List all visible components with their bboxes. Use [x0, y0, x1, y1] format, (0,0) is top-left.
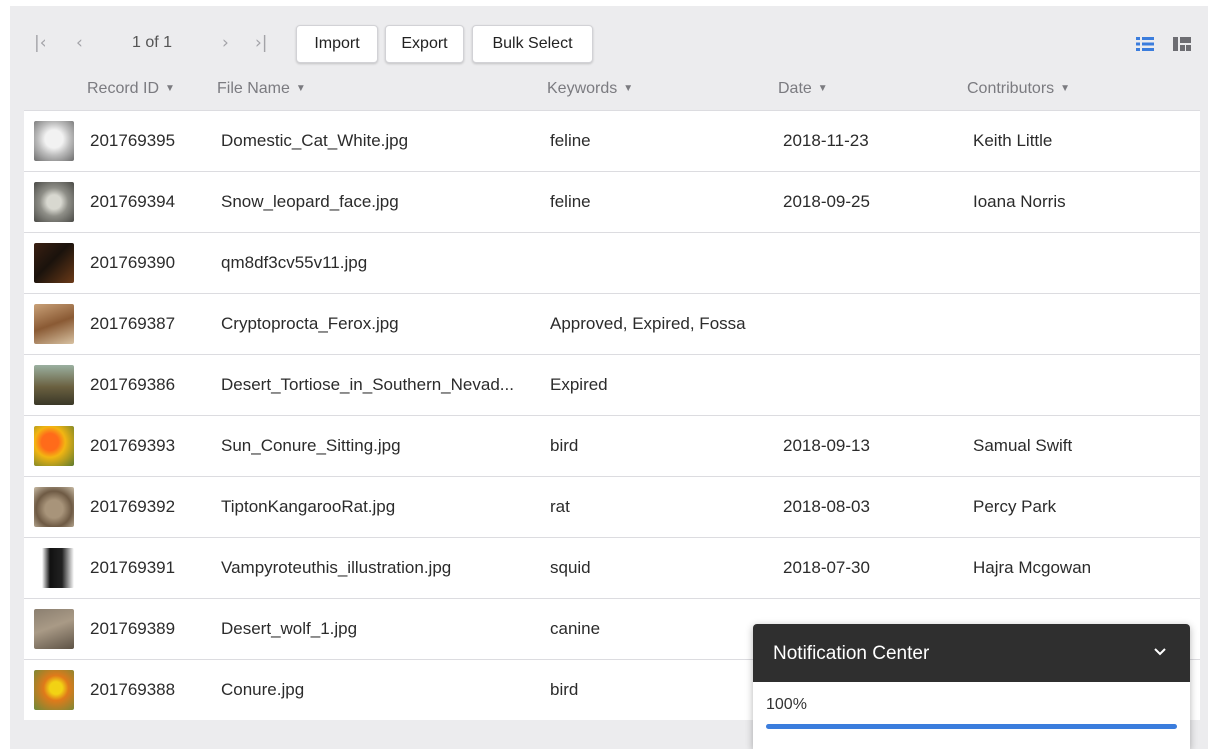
- column-header-row: Record ID ▼ File Name ▼ Keywords ▼ Date ▼ Co…: [10, 78, 1208, 102]
- sort-caret-icon: ▼: [295, 83, 306, 94]
- toolbar: |‹ ‹ 1 of 1 › ›| Import Export Bulk Sele…: [10, 24, 1208, 64]
- squid-illustration-thumbnail: [34, 548, 74, 588]
- sun-conure-thumbnail: [34, 426, 74, 466]
- table-row[interactable]: 201769395 Domestic_Cat_White.jpg feline 201…: [24, 110, 1200, 171]
- cell-record-id: 201769395: [90, 131, 176, 150]
- notification-header[interactable]: Notification Center: [753, 624, 1190, 682]
- cell-contributor: Percy Park: [973, 497, 1057, 516]
- cell-file-name: Desert_Tortiose_in_Southern_Nevad...: [221, 375, 514, 394]
- snow-leopard-thumbnail: [34, 182, 74, 222]
- export-button[interactable]: Export: [385, 25, 464, 63]
- chevron-down-icon[interactable]: [1152, 643, 1168, 659]
- grid-view-icon[interactable]: [1173, 36, 1191, 52]
- cell-record-id: 201769391: [90, 558, 176, 577]
- cell-keywords: canine: [550, 619, 601, 638]
- table-row[interactable]: 201769387 Cryptoprocta_Ferox.jpg Approved,…: [24, 293, 1200, 354]
- cell-record-id: 201769390: [90, 253, 176, 272]
- page-indicator: 1 of 1: [132, 34, 173, 51]
- table-row[interactable]: 201769386 Desert_Tortiose_in_Southern_Nev…: [24, 354, 1200, 415]
- sort-caret-icon: ▼: [817, 83, 828, 94]
- cell-record-id: 201769389: [90, 619, 176, 638]
- cell-contributor: Ioana Norris: [973, 192, 1066, 211]
- cell-date: 2018-07-30: [783, 558, 870, 577]
- previous-page-icon[interactable]: ‹: [76, 33, 83, 53]
- column-header-keywords[interactable]: Keywords ▼: [547, 80, 633, 98]
- cell-contributor: Hajra Mcgowan: [973, 558, 1092, 577]
- kangaroo-rat-thumbnail: [34, 487, 74, 527]
- cell-record-id: 201769394: [90, 192, 176, 211]
- table-row[interactable]: 201769393 Sun_Conure_Sitting.jpg bird 2018-…: [24, 415, 1200, 476]
- table-row[interactable]: 201769394 Snow_leopard_face.jpg feline 2018…: [24, 171, 1200, 232]
- cell-record-id: 201769392: [90, 497, 176, 516]
- cell-date: 2018-09-13: [783, 436, 870, 455]
- notification-center: Notification Center 100%: [753, 624, 1190, 749]
- next-page-icon[interactable]: ›: [222, 33, 229, 53]
- cell-keywords: Expired: [550, 375, 608, 394]
- cell-file-name: Desert_wolf_1.jpg: [221, 619, 358, 638]
- notification-title: Notification Center: [773, 643, 930, 664]
- tortoise-thumbnail: [34, 365, 74, 405]
- cat-thumbnail: [34, 121, 74, 161]
- cell-record-id: 201769387: [90, 314, 176, 333]
- conure-thumbnail: [34, 670, 74, 710]
- column-header-date[interactable]: Date ▼: [778, 80, 828, 98]
- table-row[interactable]: 201769390 qm8df3cv55v11.jpg: [24, 232, 1200, 293]
- dark-photo-thumbnail: [34, 243, 74, 283]
- cell-contributor: Samual Swift: [973, 436, 1073, 455]
- cell-keywords: feline: [550, 192, 591, 211]
- progress-bar: [766, 724, 1177, 729]
- table-row[interactable]: 201769392 TiptonKangarooRat.jpg rat 2018-08…: [24, 476, 1200, 537]
- cell-file-name: Cryptoprocta_Ferox.jpg: [221, 314, 399, 333]
- cell-keywords: squid: [550, 558, 591, 577]
- cell-record-id: 201769393: [90, 436, 176, 455]
- import-button[interactable]: Import: [296, 25, 378, 63]
- sort-caret-icon: ▼: [623, 83, 634, 94]
- cell-record-id: 201769386: [90, 375, 176, 394]
- list-view-icon[interactable]: [1136, 36, 1154, 52]
- bulk-select-button[interactable]: Bulk Select: [472, 25, 593, 63]
- cell-keywords: feline: [550, 131, 591, 150]
- progress-percent: 100%: [766, 696, 807, 713]
- cell-keywords: rat: [550, 497, 570, 516]
- fossa-thumbnail: [34, 304, 74, 344]
- cell-date: 2018-08-03: [783, 497, 870, 516]
- column-header-file-name[interactable]: File Name ▼: [217, 80, 306, 98]
- table-row[interactable]: 201769391 Vampyroteuthis_illustration.jpg…: [24, 537, 1200, 598]
- cell-file-name: Conure.jpg: [221, 680, 305, 699]
- cell-date: 2018-09-25: [783, 192, 870, 211]
- cell-date: 2018-11-23: [783, 131, 869, 150]
- progress-bar-fill: [766, 724, 1177, 729]
- column-header-contributors[interactable]: Contributors ▼: [967, 80, 1070, 98]
- cell-file-name: Snow_leopard_face.jpg: [221, 192, 399, 211]
- last-page-icon[interactable]: ›|: [255, 33, 268, 53]
- sort-caret-icon: ▼: [1060, 83, 1071, 94]
- cell-file-name: Vampyroteuthis_illustration.jpg: [221, 558, 452, 577]
- cell-keywords: bird: [550, 680, 579, 699]
- cell-file-name: Domestic_Cat_White.jpg: [221, 131, 409, 150]
- cell-keywords: Approved, Expired, Fossa: [550, 314, 746, 333]
- column-header-record-id[interactable]: Record ID ▼: [87, 80, 175, 98]
- cell-file-name: TiptonKangarooRat.jpg: [221, 497, 396, 516]
- cell-record-id: 201769388: [90, 680, 176, 699]
- cell-contributor: Keith Little: [973, 131, 1053, 150]
- cell-keywords: bird: [550, 436, 579, 455]
- wolf-thumbnail: [34, 609, 74, 649]
- cell-file-name: qm8df3cv55v11.jpg: [221, 253, 368, 272]
- sort-caret-icon: ▼: [165, 83, 175, 94]
- cell-file-name: Sun_Conure_Sitting.jpg: [221, 436, 401, 455]
- first-page-icon[interactable]: |‹: [34, 33, 47, 53]
